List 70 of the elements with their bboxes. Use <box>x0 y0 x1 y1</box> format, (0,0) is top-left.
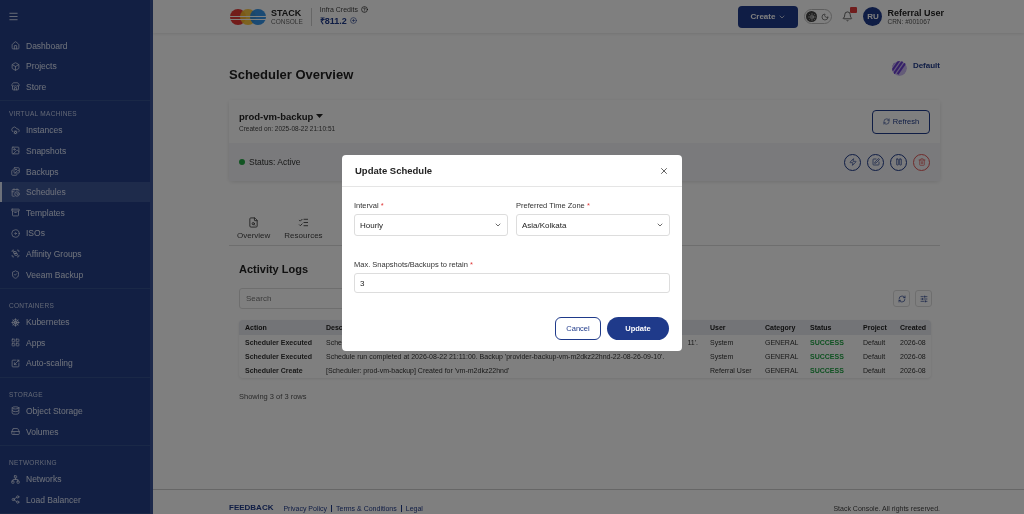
sidebar-item[interactable]: Backups <box>0 161 150 182</box>
user-name: Referral User <box>887 8 944 18</box>
disc-icon <box>11 228 20 238</box>
drive-icon <box>11 427 20 436</box>
status-text: Status: Active <box>249 157 301 167</box>
select-field[interactable]: Asia/Kolkata <box>516 214 670 236</box>
sidebar-item[interactable]: Kubernetes <box>0 311 150 333</box>
box-icon <box>11 61 20 71</box>
sun-icon <box>807 12 816 21</box>
wheel-icon <box>11 317 20 327</box>
theme-toggle[interactable] <box>804 9 833 24</box>
sidebar-item[interactable]: Snapshots <box>0 140 150 162</box>
add-icon[interactable] <box>349 17 357 24</box>
close-icon[interactable] <box>659 165 669 176</box>
sidebar-item[interactable]: Projects <box>0 55 150 77</box>
sidebar-item[interactable]: Auto-scaling <box>0 353 150 374</box>
cloud-icon <box>11 125 20 135</box>
tab[interactable]: Resources <box>284 217 323 240</box>
archive-icon <box>11 208 20 218</box>
group-icon <box>11 249 20 259</box>
house-icon <box>11 41 20 51</box>
image-icon <box>11 146 20 156</box>
scaling-icon <box>11 358 20 368</box>
share-icon <box>11 495 20 505</box>
sidebar-item[interactable]: Volumes <box>0 421 150 442</box>
project-name[interactable]: Default <box>912 61 940 70</box>
sidebar-item[interactable]: Networks <box>0 468 150 490</box>
logo-text: STACK <box>271 8 303 18</box>
sidebar-item[interactable]: Dashboard <box>0 35 150 56</box>
sidebar-item[interactable]: Store <box>0 76 150 98</box>
grid-icon <box>11 338 20 348</box>
menu-icon[interactable] <box>8 11 19 23</box>
logo-icon <box>229 7 267 26</box>
sidebar-item[interactable]: Affinity Groups <box>0 243 150 265</box>
list-icon <box>297 217 309 228</box>
chevron-down-icon <box>656 221 664 229</box>
sidebar-item[interactable]: Veeam Backup <box>0 264 150 285</box>
sidebar-item[interactable]: Load Balancer <box>0 489 150 510</box>
striped-circle-icon <box>891 61 907 76</box>
tab[interactable]: Overview <box>237 217 271 240</box>
select-field[interactable]: Hourly <box>354 214 508 236</box>
sidebar-item[interactable]: Apps <box>0 332 150 354</box>
input-field[interactable]: 3 <box>354 273 670 293</box>
network-icon <box>11 474 20 484</box>
images-icon <box>11 167 20 177</box>
sidebar-item[interactable]: Templates <box>0 202 150 224</box>
sidebar-item[interactable]: Schedules <box>0 181 150 203</box>
credits-value: ₹811.2 <box>319 15 347 27</box>
sidebar-item[interactable]: Instances <box>0 120 150 141</box>
store-icon <box>11 82 20 92</box>
database-icon <box>11 406 20 416</box>
feedback-link[interactable]: FEEDBACK <box>229 503 274 512</box>
chevron-down-icon <box>494 221 502 229</box>
sidebar-item[interactable]: Object Storage <box>0 400 150 422</box>
dialog-title: Update Schedule <box>355 165 433 176</box>
refresh-icon <box>882 118 890 125</box>
schedule-name[interactable]: prod-vm-backup <box>239 111 314 122</box>
calendar-icon <box>11 187 20 197</box>
sidebar-item[interactable]: ISOs <box>0 223 150 244</box>
moon-icon <box>820 12 829 21</box>
create-button[interactable]: Create <box>738 5 799 28</box>
help-icon[interactable] <box>360 6 368 13</box>
refresh-icon[interactable] <box>893 290 910 307</box>
shield-icon <box>11 270 20 280</box>
user-avatar[interactable]: RU <box>863 7 883 26</box>
caret-icon[interactable] <box>316 114 324 119</box>
page-title: Scheduler Overview <box>229 67 354 82</box>
file-search-icon <box>248 217 260 228</box>
filter-icon[interactable] <box>915 290 932 307</box>
section-title: Activity Logs <box>239 263 309 275</box>
